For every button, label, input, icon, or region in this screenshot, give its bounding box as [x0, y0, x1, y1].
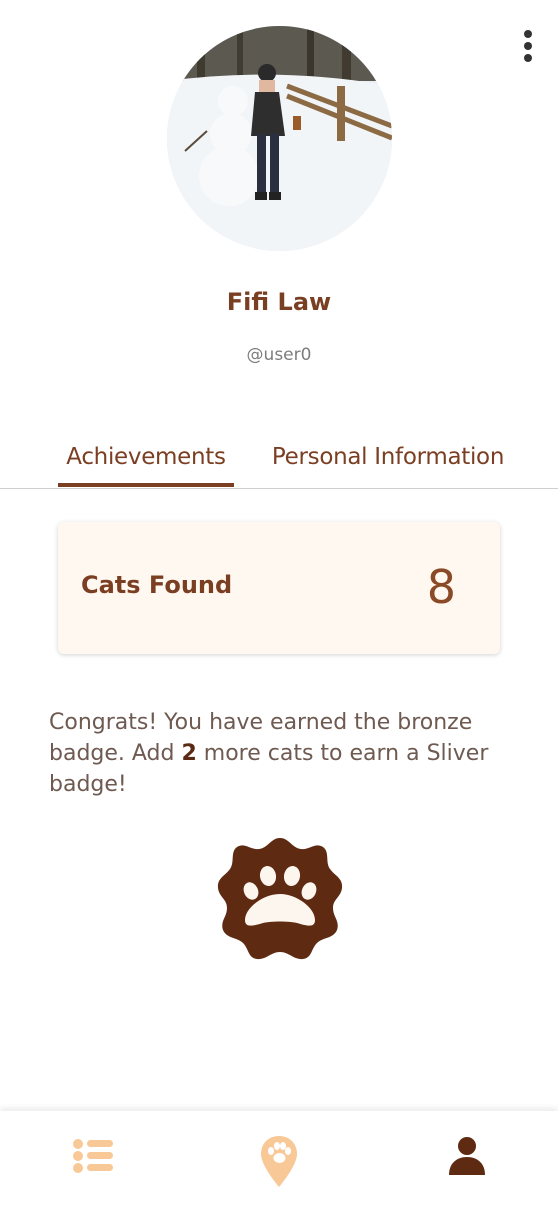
message-highlight: 2 — [181, 741, 197, 766]
nav-profile-button[interactable] — [437, 1133, 497, 1193]
profile-name: Fifi Law — [226, 288, 332, 316]
stat-label: Cats Found — [81, 571, 233, 599]
nav-map-button[interactable] — [249, 1133, 309, 1193]
tab-achievements[interactable]: Achievements — [58, 444, 234, 470]
nav-list-button[interactable] — [62, 1133, 122, 1193]
profile-handle: @user0 — [246, 345, 312, 365]
paw-badge-icon — [217, 836, 343, 960]
stat-value: 8 — [426, 560, 456, 614]
tab-personal-information[interactable]: Personal Information — [262, 444, 514, 470]
more-dot — [524, 42, 532, 50]
more-dot — [524, 30, 532, 38]
list-icon — [73, 1139, 113, 1173]
profile-tabs: Achievements Personal Information — [0, 440, 558, 489]
avatar — [167, 26, 392, 251]
badge-message: Congrats! You have earned the bronze bad… — [49, 707, 509, 800]
more-dot — [524, 54, 532, 62]
cats-found-card: Cats Found 8 — [58, 522, 500, 654]
person-icon — [449, 1137, 485, 1175]
active-tab-indicator — [58, 483, 234, 487]
bottom-navigation — [0, 1111, 558, 1213]
map-pin-icon — [261, 1136, 297, 1187]
more-options-button[interactable] — [518, 26, 538, 66]
avatar-photo — [167, 26, 392, 251]
